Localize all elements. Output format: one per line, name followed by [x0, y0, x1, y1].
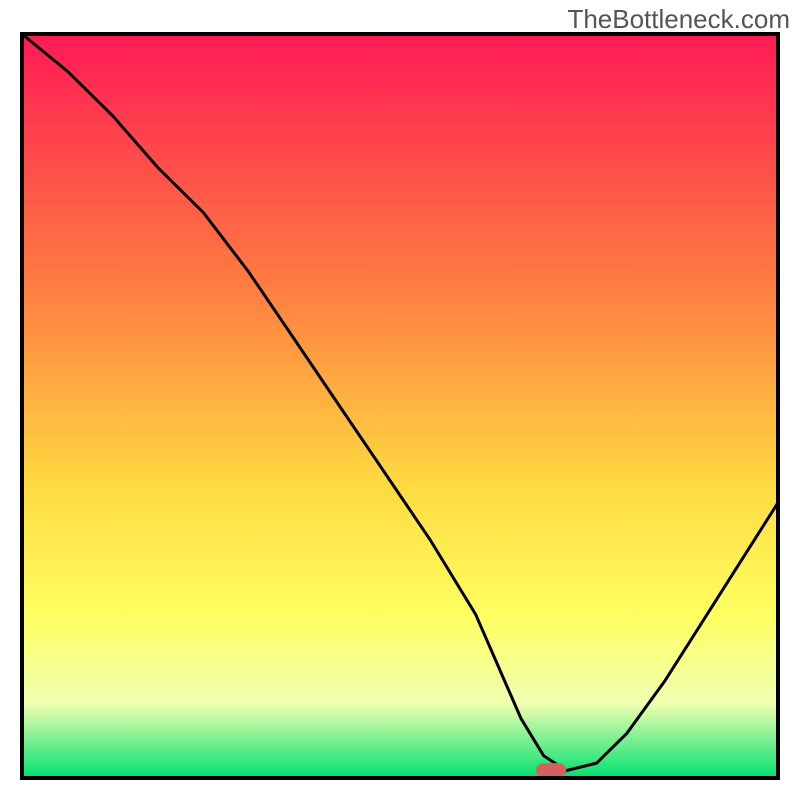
- chart-svg: [0, 0, 800, 800]
- minimum-marker: [536, 763, 566, 778]
- chart-container: TheBottleneck.com: [0, 0, 800, 800]
- plot-background: [22, 34, 778, 778]
